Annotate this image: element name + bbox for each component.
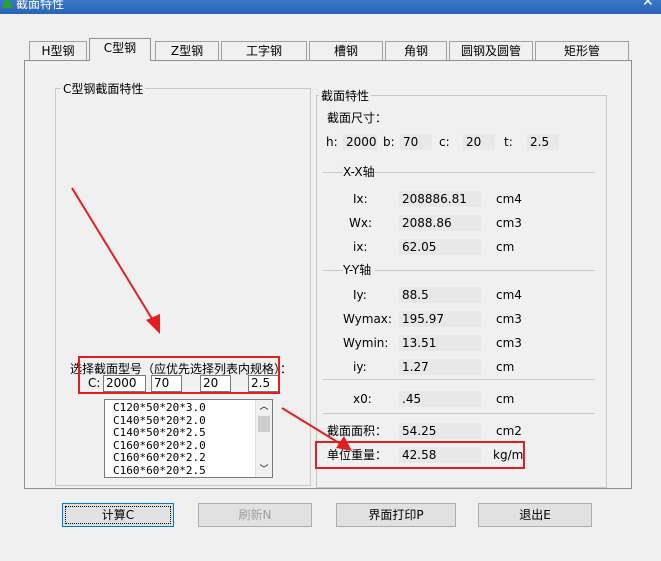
ix-moment-label: Ix: (353, 192, 368, 206)
ix-moment-value: 208886.81 (399, 191, 481, 207)
area-value: 54.25 (399, 423, 481, 439)
wymin-label: Wymin: (343, 336, 389, 350)
tab-label: H型钢 (41, 44, 75, 58)
dim-c-value: 20 (463, 134, 495, 150)
x0-value: .45 (399, 391, 481, 407)
tab-i-beam[interactable]: 工字钢 (221, 41, 307, 60)
list-scrollbar[interactable]: ︿ ﹀ (255, 400, 272, 477)
yy-axis-title: Y-Y轴 (343, 263, 372, 277)
selection-highlight-box (78, 356, 280, 394)
wymin-unit: cm3 (496, 336, 522, 350)
separator (323, 172, 343, 173)
tab-label: C型钢 (103, 41, 137, 55)
list-item[interactable]: C120*50*20*3.0 (105, 401, 272, 415)
wymax-value: 195.97 (399, 311, 481, 327)
tab-label: 角钢 (403, 44, 428, 58)
iy-radius-value: 1.27 (399, 359, 481, 375)
separator (323, 413, 595, 414)
xx-axis-title: X-X轴 (343, 165, 375, 179)
dims-label: 截面尺寸： (327, 111, 388, 125)
dim-b-label: b: (383, 135, 395, 149)
area-label: 截面面积： (327, 424, 388, 438)
wymax-unit: cm3 (496, 312, 522, 326)
separator (375, 172, 595, 173)
tab-label: 矩形管 (563, 44, 600, 58)
tab-channel[interactable]: 槽钢 (309, 41, 383, 60)
window-title: 截面特性 (16, 0, 65, 11)
refresh-button[interactable]: 刷新N (198, 503, 312, 527)
c-steel-group-title: C型钢截面特性 (61, 80, 146, 97)
ix-moment-unit: cm4 (496, 192, 522, 206)
tab-c-steel[interactable]: C型钢 (89, 38, 151, 61)
tab-round[interactable]: 圆钢及圆管 (449, 41, 533, 60)
list-item[interactable]: C160*60*20*2.2 (105, 451, 272, 465)
area-unit: cm2 (496, 424, 522, 438)
tab-rect-tube[interactable]: 矩形管 (535, 41, 629, 60)
iy-moment-unit: cm4 (496, 288, 522, 302)
iy-radius-label: iy: (353, 360, 367, 374)
close-icon[interactable]: ✕ (642, 0, 654, 10)
wx-value: 2088.86 (399, 215, 481, 231)
iy-radius-unit: cm (496, 360, 515, 374)
wx-unit: cm3 (496, 216, 522, 230)
section-listbox[interactable]: C120*50*20*3.0 C140*50*20*2.0 C140*50*20… (104, 399, 273, 478)
iy-moment-label: Iy: (353, 288, 367, 302)
x0-label: x0: (353, 392, 372, 406)
iy-moment-value: 88.5 (399, 287, 481, 303)
scroll-down-icon[interactable]: ﹀ (256, 463, 272, 477)
separator (323, 270, 343, 271)
tab-label: 槽钢 (333, 44, 358, 58)
dim-h-value: 2000 (343, 134, 377, 150)
ix-radius-unit: cm (496, 240, 515, 254)
weight-value: 42.58 (399, 447, 481, 463)
wx-label: Wx: (349, 216, 373, 230)
scroll-thumb[interactable] (258, 416, 270, 432)
separator (323, 379, 595, 380)
dim-c-label: c: (439, 135, 450, 149)
tab-z-steel[interactable]: Z型钢 (155, 41, 219, 60)
wymax-label: Wymax: (343, 312, 392, 326)
wymin-value: 13.51 (399, 335, 481, 351)
ix-radius-label: ix: (353, 240, 368, 254)
calc-button[interactable]: 计算C (62, 503, 174, 527)
weight-unit: kg/m (493, 448, 524, 462)
title-bar: ▲ 截面特性 ✕ (0, 0, 661, 14)
x0-unit: cm (496, 392, 515, 406)
dim-h-label: h: (326, 135, 338, 149)
tab-label: Z型钢 (170, 44, 204, 58)
dim-t-label: t: (504, 135, 513, 149)
scroll-up-icon[interactable]: ︿ (256, 400, 272, 414)
list-item[interactable]: C140*50*20*2.5 (105, 426, 272, 440)
dim-t-value: 2.5 (527, 134, 559, 150)
weight-label: 单位重量： (327, 448, 388, 462)
separator (375, 270, 595, 271)
app-icon: ▲ (2, 0, 13, 10)
tab-h-steel[interactable]: H型钢 (29, 41, 87, 60)
tab-label: 圆钢及圆管 (460, 44, 521, 58)
print-button[interactable]: 界面打印P (336, 503, 456, 527)
ix-radius-value: 62.05 (399, 239, 481, 255)
list-item[interactable]: C160*60*20*2.5 (105, 464, 272, 478)
tab-label: 工字钢 (245, 44, 282, 58)
tab-angle[interactable]: 角钢 (385, 41, 447, 60)
dim-b-value: 70 (400, 134, 432, 150)
properties-group-title: 截面特性 (319, 87, 372, 104)
exit-button[interactable]: 退出E (478, 503, 592, 527)
